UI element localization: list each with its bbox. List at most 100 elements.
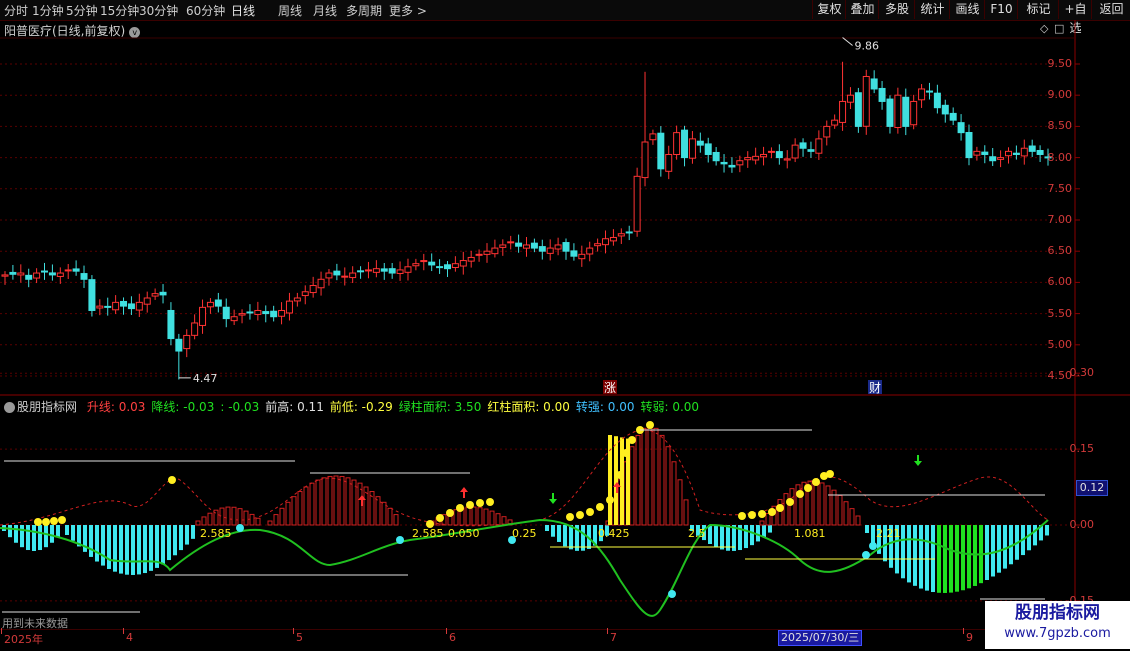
candle-body [696, 140, 704, 146]
indicator-up-bar [819, 482, 825, 526]
indicator-down-bar [185, 525, 189, 545]
indicator-up-bar [453, 509, 459, 526]
candle-body [72, 268, 80, 272]
indicator-yellow-dot [628, 436, 636, 444]
indicator-up-bar [279, 507, 285, 526]
indicator-down-bar [1033, 525, 1037, 546]
indicator-up-bar [471, 506, 477, 526]
indicator-yellow-dot [768, 508, 776, 516]
indicator-up-bar [291, 496, 297, 526]
candle-body [823, 125, 831, 138]
indicator-up-bar [309, 482, 315, 526]
indicator-up-bar [315, 479, 321, 526]
indicator-value: : -0.03 [220, 400, 260, 414]
candle-body [570, 250, 578, 257]
candle-body [933, 92, 941, 109]
candle-body [760, 153, 768, 158]
chevron-down-icon[interactable] [4, 402, 15, 413]
indicator-down-bar [750, 525, 754, 546]
candle-body [301, 291, 309, 297]
watermark: 股朋指标网 www.7gpzb.com [985, 601, 1130, 649]
candle-body [602, 238, 610, 246]
indicator-up-bar [285, 501, 291, 526]
indicator-value: 升线: 0.03 [86, 400, 146, 414]
indicator-down-bar [26, 525, 30, 551]
indicator-up-bar [641, 427, 647, 526]
candle-body [48, 272, 56, 276]
candle-body [530, 242, 538, 249]
indicator-down-bar [943, 525, 947, 593]
indicator-down-bar [137, 525, 141, 575]
candle-body [25, 274, 33, 280]
indicator-up-bar [843, 501, 849, 526]
indicator-down-bar [551, 525, 555, 537]
rise-line [0, 429, 1049, 527]
indicator-up-bar [345, 477, 351, 526]
indicator-up-bar [777, 499, 783, 526]
indicator-down-bar [20, 525, 24, 548]
candle-body [483, 250, 491, 255]
candle-body [791, 144, 799, 159]
indicator-down-bar [762, 525, 766, 538]
candle-body [902, 96, 910, 127]
indicator-up-bar [683, 499, 689, 526]
down-arrow-icon [549, 493, 557, 504]
indicator-yellow-dot [446, 509, 454, 517]
candle-body [775, 151, 783, 159]
indicator-up-bar [647, 425, 653, 526]
indicator-annotation: 2.585 [412, 527, 444, 540]
price-tick-label: 5.00 [1047, 337, 1073, 351]
indicator-cyan-dot [236, 524, 244, 532]
candle-body [744, 157, 752, 161]
candle-body [878, 87, 886, 102]
candle-body [752, 155, 760, 161]
candle-body [886, 98, 894, 127]
candle-body [9, 271, 17, 275]
indicator-up-bar [855, 515, 861, 526]
indicator-up-bar [759, 520, 765, 526]
candle-body [609, 236, 617, 242]
candle-body [767, 150, 775, 153]
indicator-yellow-dot [34, 518, 42, 526]
candle-body [965, 132, 973, 159]
indicator-down-bar [95, 525, 99, 562]
candle-body [586, 247, 594, 255]
candle-body [325, 272, 333, 279]
up-arrow-icon [460, 487, 468, 498]
cai-badge-label: 财 [869, 381, 881, 395]
indicator-annotation: 1.081 [794, 527, 826, 540]
date-tick-label: 6 [449, 631, 456, 644]
candle-body [388, 268, 396, 274]
indicator-down-bar [119, 525, 123, 574]
candle-body [1020, 147, 1028, 157]
candle-body [151, 293, 159, 297]
candle-body [910, 100, 918, 126]
candle-body [475, 253, 483, 256]
candle-body [854, 92, 862, 127]
indicator-down-bar [32, 525, 36, 551]
candle-body [1036, 149, 1044, 155]
indicator-up-bar [671, 461, 677, 526]
indicator-yellow-dot [738, 512, 746, 520]
candle-body [167, 309, 175, 340]
candle-body [357, 270, 365, 273]
indicator-cyan-dot [396, 536, 404, 544]
indicator-yellow-dot [758, 510, 766, 518]
indicator-down-bar [149, 525, 153, 571]
price-tick-label: 6.50 [1047, 244, 1073, 258]
candle-body [515, 242, 523, 247]
indicator-up-bar [297, 491, 303, 526]
indicator-down-bar [167, 525, 171, 561]
indicator-up-bar [765, 513, 771, 526]
indicator-yellow-dot [50, 517, 58, 525]
candle-body [1, 274, 9, 277]
indicator-up-bar [231, 506, 237, 526]
indicator-header: 股朋指标网 升线: 0.03 降线: -0.03: -0.03 前高: 0.11 前低… [4, 398, 711, 415]
indicator-up-bar [483, 508, 489, 526]
indicator-yellow-dot [58, 516, 66, 524]
candle-body [925, 90, 933, 93]
indicator-down-bar [949, 525, 953, 593]
indicator-down-bar [50, 525, 54, 543]
indicator-up-bar [351, 479, 357, 526]
indicator-up-bar [219, 507, 225, 526]
